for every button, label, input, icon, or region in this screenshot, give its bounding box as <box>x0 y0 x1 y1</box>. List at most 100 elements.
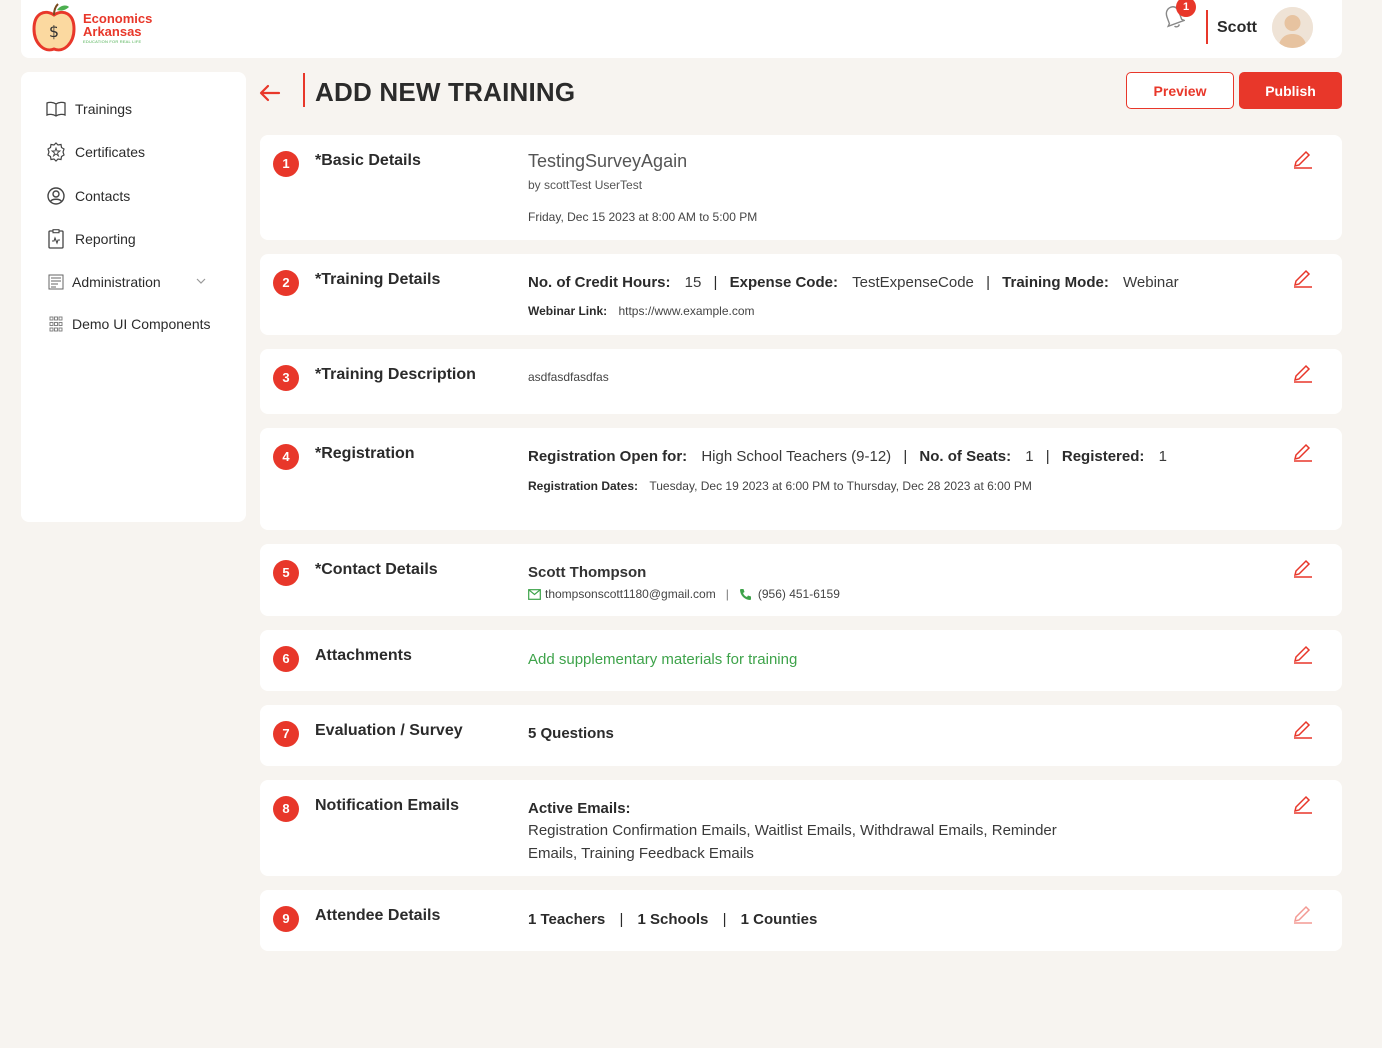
step-number: 9 <box>273 906 299 932</box>
brand-line2: Arkansas <box>83 24 142 39</box>
separator: | <box>1045 448 1050 465</box>
sidebar-item-label: Reporting <box>75 231 136 247</box>
section-title: Attachments <box>315 647 412 664</box>
notification-badge: 1 <box>1176 0 1196 17</box>
registration-open-label: Registration Open for: <box>528 448 688 465</box>
edit-icon[interactable] <box>1292 792 1314 814</box>
training-mode-label: Training Mode: <box>1002 274 1109 291</box>
sidebar-item-label: Certificates <box>75 144 146 160</box>
training-date: Friday, Dec 15 2023 at 8:00 AM to 5:00 P… <box>528 210 758 224</box>
logo[interactable]: $ Economics Arkansas EDUCATION FOR REAL … <box>31 1 171 55</box>
section-attendee-details: 9 Attendee Details 1 Teachers | 1 School… <box>260 890 1342 951</box>
add-attachments-link[interactable]: Add supplementary materials for training <box>528 651 797 668</box>
section-registration: 4 *Registration Registration Open for: H… <box>260 428 1342 530</box>
separator: | <box>725 587 729 601</box>
active-emails-label: Active Emails: <box>528 800 631 817</box>
preview-button[interactable]: Preview <box>1126 72 1234 109</box>
section-training-description: 3 *Training Description asdfasdfasdfas <box>260 349 1342 414</box>
sidebar-item-reporting[interactable]: Reporting <box>46 229 136 249</box>
edit-icon[interactable] <box>1292 556 1314 578</box>
chevron-down-icon[interactable] <box>196 274 206 288</box>
publish-button[interactable]: Publish <box>1239 72 1342 109</box>
edit-icon[interactable] <box>1292 361 1314 383</box>
sidebar-item-certificates[interactable]: Certificates <box>46 142 145 162</box>
edit-icon[interactable] <box>1292 717 1314 739</box>
book-icon <box>46 99 66 119</box>
training-mode-value: Webinar <box>1123 274 1179 291</box>
sidebar-item-label: Contacts <box>75 188 131 204</box>
expense-code-label: Expense Code: <box>729 274 838 291</box>
step-number: 6 <box>273 646 299 672</box>
step-number: 5 <box>273 560 299 586</box>
sidebar-item-contacts[interactable]: Contacts <box>46 186 130 206</box>
registration-dates-label: Registration Dates: <box>528 479 639 493</box>
section-notification-emails: 8 Notification Emails Active Emails: Reg… <box>260 780 1342 876</box>
description-text: asdfasdfasdfas <box>528 370 609 384</box>
edit-icon[interactable] <box>1292 902 1314 924</box>
header-divider <box>1206 10 1208 44</box>
section-evaluation-survey: 7 Evaluation / Survey 5 Questions <box>260 705 1342 766</box>
top-header: $ Economics Arkansas EDUCATION FOR REAL … <box>21 0 1342 58</box>
training-details-row: No. of Credit Hours: 15 | Expense Code: … <box>528 274 1179 291</box>
sidebar-item-label: Administration <box>72 274 161 290</box>
brand-text: Economics Arkansas EDUCATION FOR REAL LI… <box>83 12 152 44</box>
active-emails-line2: Emails, Training Feedback Emails <box>528 845 754 862</box>
edit-icon[interactable] <box>1292 642 1314 664</box>
sidebar-item-demo-ui[interactable]: Demo UI Components <box>46 314 211 334</box>
sidebar-item-administration[interactable]: Administration <box>46 272 236 292</box>
section-training-details: 2 *Training Details No. of Credit Hours:… <box>260 254 1342 335</box>
registration-open-value: High School Teachers (9-12) <box>701 448 892 465</box>
section-title: *Training Details <box>315 271 441 288</box>
registration-dates-row: Registration Dates: Tuesday, Dec 19 2023… <box>528 479 1032 493</box>
sidebar-item-trainings[interactable]: Trainings <box>46 99 132 119</box>
registered-label: Registered: <box>1061 448 1145 465</box>
title-divider <box>303 73 305 107</box>
credit-hours-label: No. of Credit Hours: <box>528 274 671 291</box>
section-title: Notification Emails <box>315 797 460 814</box>
step-number: 3 <box>273 365 299 391</box>
registration-row: Registration Open for: High School Teach… <box>528 448 1167 465</box>
edit-icon[interactable] <box>1292 266 1314 288</box>
sidebar-item-label: Trainings <box>75 101 133 117</box>
section-contact-details: 5 *Contact Details Scott Thompson thomps… <box>260 544 1342 616</box>
step-number: 2 <box>273 270 299 296</box>
contact-phone[interactable]: (956) 451-6159 <box>758 587 840 601</box>
step-number: 8 <box>273 796 299 822</box>
phone-icon <box>739 588 752 601</box>
webinar-link-label: Webinar Link: <box>528 304 608 318</box>
section-attachments: 6 Attachments Add supplementary material… <box>260 630 1342 691</box>
admin-icon <box>46 272 66 292</box>
username[interactable]: Scott <box>1217 19 1257 37</box>
edit-icon[interactable] <box>1292 147 1314 169</box>
teachers-count: 1 Teachers <box>528 911 606 928</box>
contact-email[interactable]: thompsonscott1180@gmail.com <box>545 587 716 601</box>
expense-code-value: TestExpenseCode <box>852 274 974 291</box>
separator: | <box>722 911 727 928</box>
seats-value: 1 <box>1025 448 1034 465</box>
avatar[interactable] <box>1272 7 1313 48</box>
back-arrow-icon[interactable] <box>258 80 282 104</box>
edit-icon[interactable] <box>1292 440 1314 462</box>
section-title: Attendee Details <box>315 907 441 924</box>
separator: | <box>986 274 990 291</box>
section-title: *Training Description <box>315 366 476 383</box>
counties-count: 1 Counties <box>740 911 818 928</box>
training-author: by scottTest UserTest <box>528 178 643 192</box>
apple-logo-icon: $ <box>31 3 77 53</box>
separator: | <box>619 911 624 928</box>
report-icon <box>46 229 66 249</box>
page-title: ADD NEW TRAINING <box>315 77 576 107</box>
contact-info-row: thompsonscott1180@gmail.com | (956) 451-… <box>528 587 840 601</box>
badge-icon <box>46 142 66 162</box>
section-title: *Registration <box>315 445 415 462</box>
grid-icon <box>46 314 66 334</box>
step-number: 1 <box>273 151 299 177</box>
webinar-link-value[interactable]: https://www.example.com <box>618 304 754 318</box>
step-number: 4 <box>273 444 299 470</box>
questions-count: 5 Questions <box>528 725 614 742</box>
section-title: *Contact Details <box>315 561 438 578</box>
contact-name: Scott Thompson <box>528 564 647 581</box>
credit-hours-value: 15 <box>684 274 702 291</box>
separator: | <box>713 274 718 291</box>
mail-icon <box>528 588 541 600</box>
